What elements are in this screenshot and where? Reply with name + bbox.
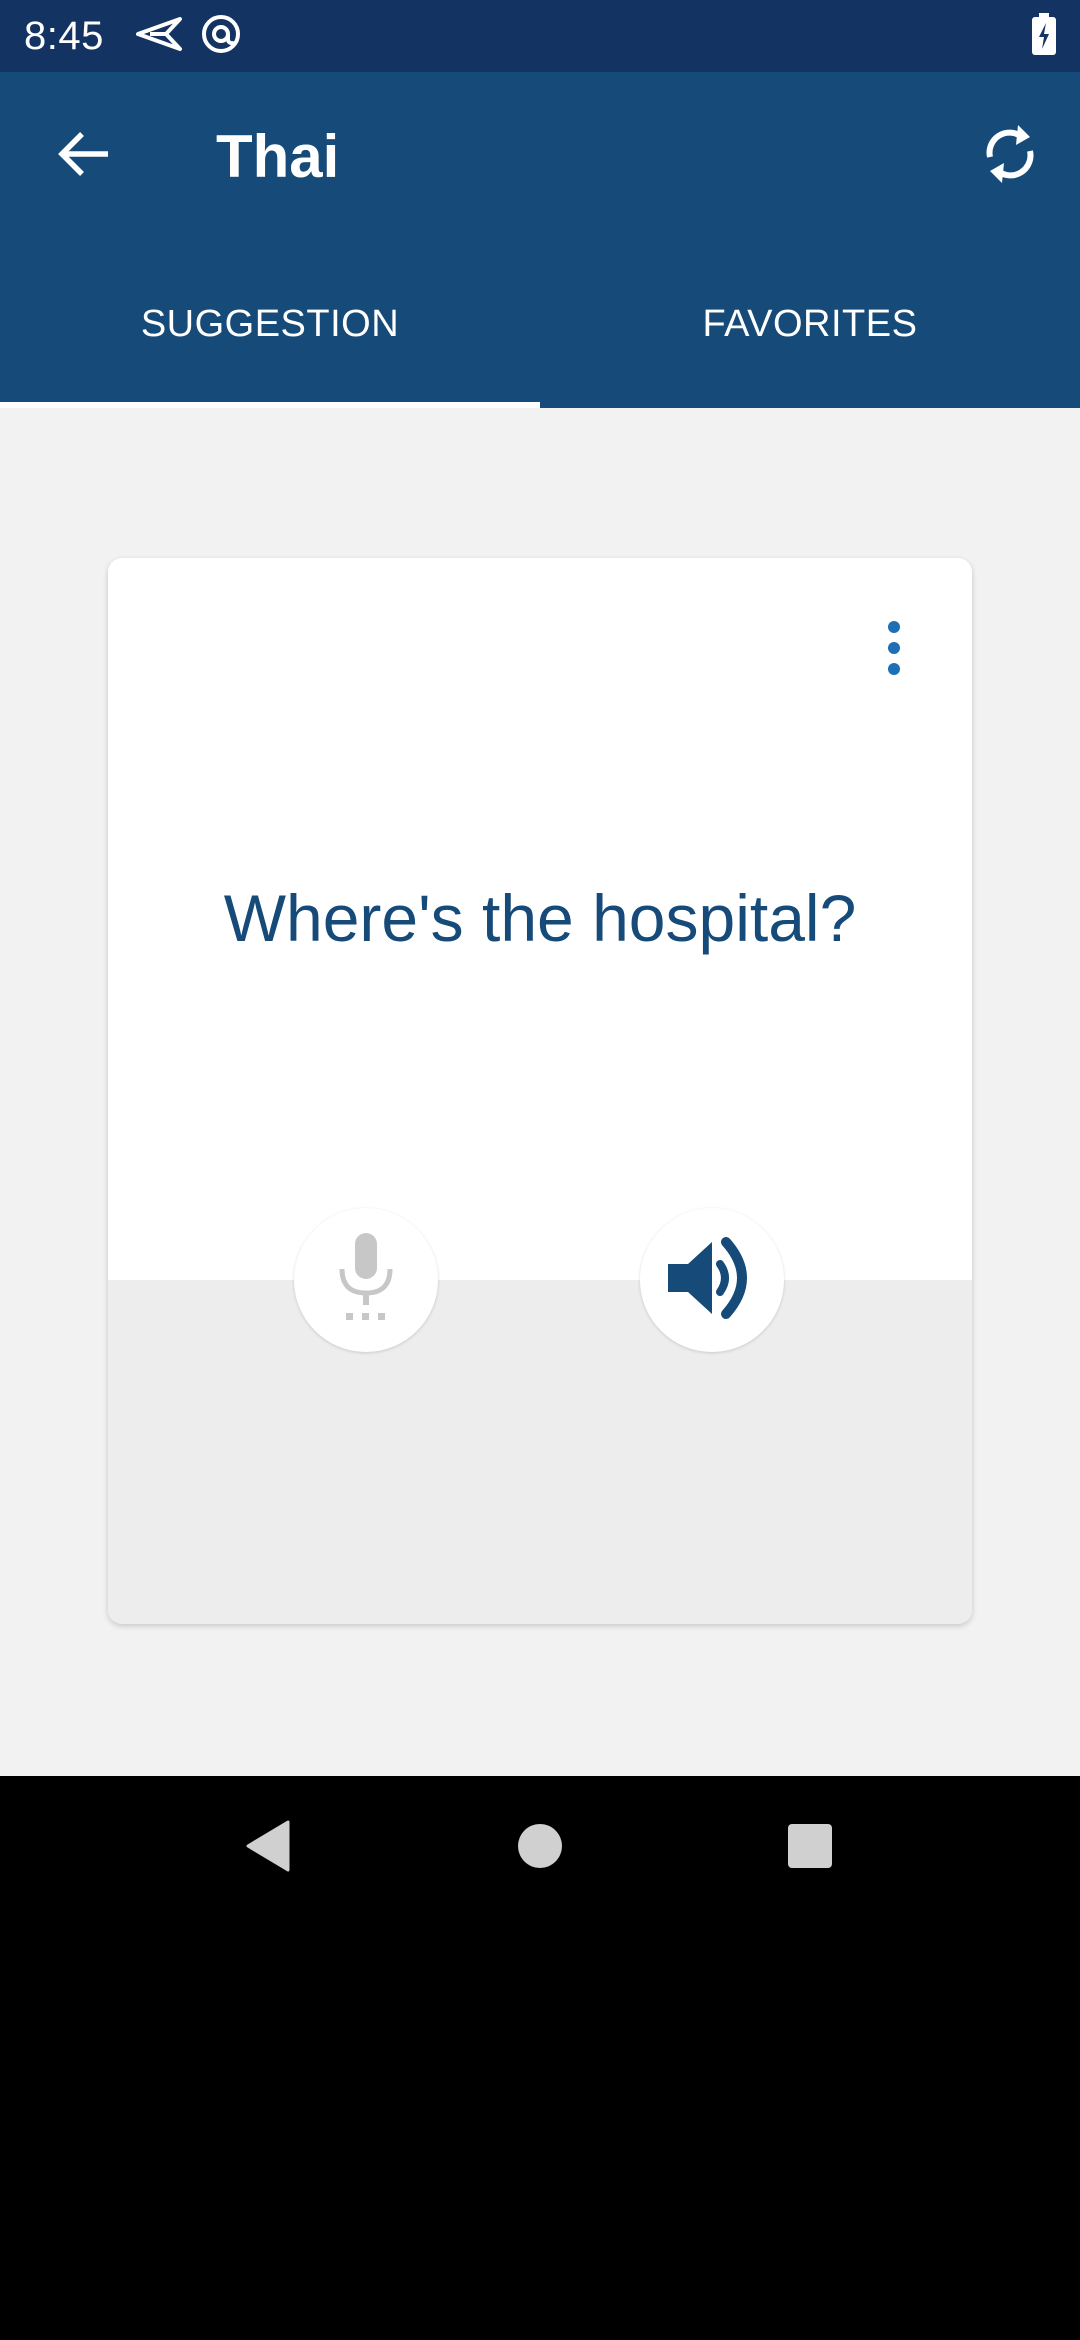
back-button[interactable]	[42, 114, 126, 198]
more-dot	[888, 663, 900, 675]
tab-favorites-label: FAVORITES	[702, 302, 918, 345]
card-bottom-panel	[108, 1280, 972, 1624]
microphone-button[interactable]	[294, 1208, 438, 1352]
refresh-icon	[982, 123, 1038, 190]
phrase-card: Where's the hospital?	[108, 558, 972, 1624]
circle-home-icon	[517, 1823, 563, 1874]
tab-favorites[interactable]: FAVORITES	[540, 240, 1080, 408]
refresh-button[interactable]	[968, 114, 1052, 198]
system-nav-bar	[0, 1776, 1080, 1920]
page-title: Thai	[216, 123, 340, 190]
square-recents-icon	[787, 1823, 833, 1874]
triangle-back-icon	[244, 1820, 292, 1877]
speaker-icon	[664, 1230, 760, 1331]
phrase-text: Where's the hospital?	[223, 881, 857, 955]
nav-back-button[interactable]	[232, 1812, 304, 1884]
nav-recents-button[interactable]	[774, 1812, 846, 1884]
status-bar: 8:45	[0, 0, 1080, 72]
arrow-left-icon	[58, 130, 110, 183]
speaker-button[interactable]	[640, 1208, 784, 1352]
status-icons	[135, 13, 242, 60]
toolbar: Thai	[0, 72, 1080, 240]
tab-suggestion[interactable]: SUGGESTION	[0, 240, 540, 408]
send-icon	[135, 16, 182, 57]
status-icons-right	[1032, 12, 1056, 60]
more-vertical-icon	[888, 621, 900, 633]
microphone-icon	[336, 1232, 396, 1328]
more-options-button[interactable]	[864, 610, 924, 686]
screen: 8:45 Thai SUGGESTION FAVORITES Where's t…	[0, 0, 1080, 2340]
status-time: 8:45	[24, 13, 104, 58]
tab-bar: SUGGESTION FAVORITES	[0, 240, 1080, 408]
nav-home-button[interactable]	[504, 1812, 576, 1884]
tab-suggestion-label: SUGGESTION	[140, 302, 400, 345]
more-dot	[888, 642, 900, 654]
battery-charging-icon	[1032, 12, 1056, 60]
at-sign-icon	[200, 13, 242, 60]
content-area: Where's the hospital?	[0, 408, 1080, 1776]
app-bar: Thai SUGGESTION FAVORITES	[0, 72, 1080, 408]
